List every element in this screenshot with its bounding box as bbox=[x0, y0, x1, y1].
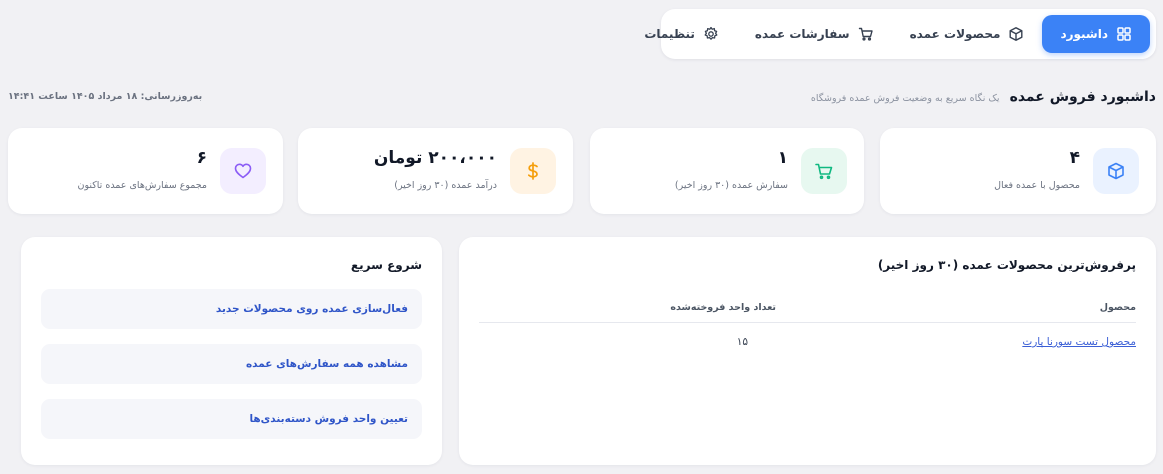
quick-action-category-units[interactable]: تعیین واحد فروش دسته‌بندی‌ها bbox=[41, 399, 422, 439]
cart-icon bbox=[801, 148, 847, 194]
quick-start-panel: شروع سریع فعال‌سازی عمده روی محصولات جدی… bbox=[21, 237, 442, 465]
stat-card-active-products: ۴ محصول با عمده فعال bbox=[880, 128, 1156, 214]
page-title: داشبورد فروش عمده bbox=[1009, 89, 1156, 105]
cart-icon bbox=[858, 26, 874, 42]
nav-item-settings[interactable]: تنظیمات bbox=[626, 15, 737, 53]
column-header-quantity: تعداد واحد فروخته‌شده bbox=[670, 302, 776, 313]
box-icon bbox=[1008, 26, 1024, 42]
last-updated-text: به‌روزرسانی: ۱۸ مرداد ۱۴۰۵ ساعت ۱۴:۴۱ bbox=[8, 91, 203, 102]
nav-item-label: داشبورد bbox=[1060, 27, 1108, 41]
nav-item-label: سفارشات عمده bbox=[754, 27, 850, 41]
top-products-panel: پرفروش‌ترین محصولات عمده (۳۰ روز اخیر) م… bbox=[459, 237, 1156, 465]
wholesale-dashboard-page: داشبورد محصولات عمده سفارشات عمده تنظیما… bbox=[0, 0, 1163, 474]
page-subtitle: یک نگاه سریع به وضعیت فروش عمده فروشگاه bbox=[810, 93, 1000, 104]
heart-icon bbox=[220, 148, 266, 194]
stat-label: سفارش عمده (۳۰ روز اخیر) bbox=[674, 180, 788, 191]
panel-title: پرفروش‌ترین محصولات عمده (۳۰ روز اخیر) bbox=[877, 258, 1136, 272]
box-icon bbox=[1093, 148, 1139, 194]
stat-label: مجموع سفارش‌های عمده تاکنون bbox=[77, 180, 207, 191]
nav-item-label: تنظیمات bbox=[644, 27, 695, 41]
nav-item-label: محصولات عمده bbox=[909, 27, 1001, 41]
quantity-value: ۱۵ bbox=[736, 336, 748, 348]
stat-card-total-orders: ۶ مجموع سفارش‌های عمده تاکنون bbox=[8, 128, 283, 214]
stat-label: درآمد عمده (۳۰ روز اخیر) bbox=[394, 180, 497, 191]
gear-icon bbox=[703, 26, 719, 42]
column-header-product: محصول bbox=[1099, 302, 1136, 313]
stat-card-revenue-30d: ۲۰۰،۰۰۰ تومان درآمد عمده (۳۰ روز اخیر) bbox=[298, 128, 573, 214]
product-link[interactable]: محصول تست سورنا پارت bbox=[1022, 336, 1136, 348]
nav-item-dashboard[interactable]: داشبورد bbox=[1042, 15, 1150, 53]
table-row: محصول تست سورنا پارت ۱۵ bbox=[479, 325, 1136, 359]
dollar-icon bbox=[510, 148, 556, 194]
panel-title: شروع سریع bbox=[350, 258, 422, 272]
stat-card-orders-30d: ۱ سفارش عمده (۳۰ روز اخیر) bbox=[590, 128, 864, 214]
nav-item-wholesale-orders[interactable]: سفارشات عمده bbox=[737, 15, 892, 53]
stat-value: ۲۰۰،۰۰۰ تومان bbox=[373, 148, 497, 168]
nav-item-wholesale-products[interactable]: محصولات عمده bbox=[892, 15, 1043, 53]
top-nav: داشبورد محصولات عمده سفارشات عمده تنظیما… bbox=[644, 9, 1156, 59]
page-header: داشبورد فروش عمده یک نگاه سریع به وضعیت … bbox=[811, 89, 1156, 105]
table-header: محصول تعداد واحد فروخته‌شده bbox=[479, 293, 1136, 323]
quick-start-list: فعال‌سازی عمده روی محصولات جدید مشاهده ه… bbox=[41, 289, 422, 454]
stat-value: ۴ bbox=[1069, 148, 1080, 168]
stat-value: ۱ bbox=[777, 148, 788, 168]
dashboard-grid-icon bbox=[1116, 26, 1132, 42]
stat-label: محصول با عمده فعال bbox=[994, 180, 1080, 191]
quick-action-enable-wholesale[interactable]: فعال‌سازی عمده روی محصولات جدید bbox=[41, 289, 422, 329]
stat-value: ۶ bbox=[196, 148, 207, 168]
quick-action-view-orders[interactable]: مشاهده همه سفارش‌های عمده bbox=[41, 344, 422, 384]
